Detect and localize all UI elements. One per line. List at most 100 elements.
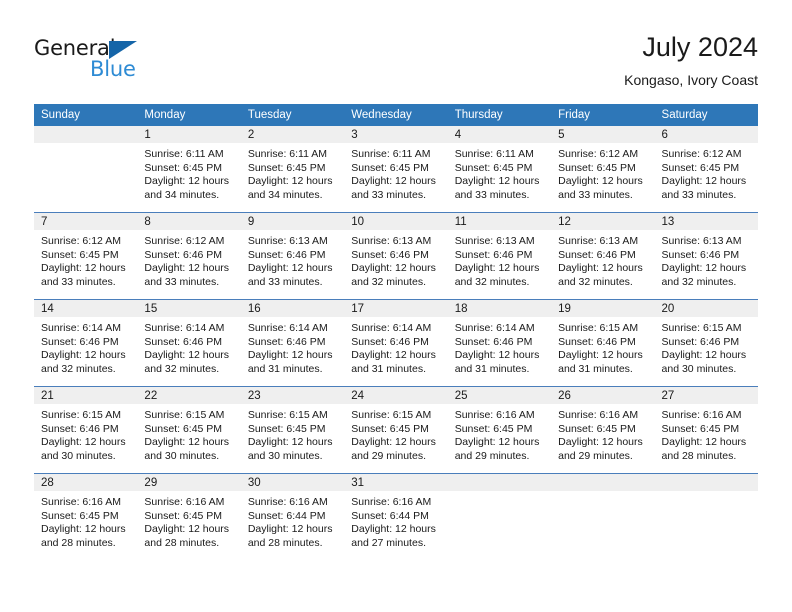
day-detail-line: Sunset: 6:45 PM — [144, 422, 223, 435]
day-number: 13 — [654, 213, 758, 230]
day-detail-line: Daylight: 12 hours — [558, 262, 643, 275]
calendar-day-cell[interactable]: 28 Sunrise: 6:16 AM Sunset: 6:45 PM Dayligh… — [34, 473, 138, 560]
day-detail-line: Sunset: 6:46 PM — [661, 248, 740, 261]
calendar-day-cell[interactable]: 6 Sunrise: 6:12 AM Sunset: 6:45 PM Daylight… — [654, 126, 758, 213]
day-detail-line: Sunset: 6:45 PM — [247, 161, 326, 174]
day-cell-inner: 15 Sunrise: 6:14 AM Sunset: 6:46 PM Dayligh… — [137, 300, 241, 386]
day-cell-details: Sunrise: 6:16 AM Sunset: 6:45 PM Daylight:… — [34, 491, 137, 550]
day-detail-line: Sunrise: 6:15 AM — [558, 322, 639, 334]
day-cell-details: Sunrise: 6:12 AM Sunset: 6:45 PM Daylight:… — [34, 230, 137, 289]
day-cell-inner: 22 Sunrise: 6:15 AM Sunset: 6:45 PM Dayligh… — [137, 387, 241, 473]
day-detail-line: Daylight: 12 hours — [144, 262, 230, 275]
day-detail-line: Sunset: 6:46 PM — [558, 335, 636, 348]
day-detail-line: Sunrise: 6:14 AM — [351, 322, 432, 334]
calendar-day-cell[interactable]: 22 Sunrise: 6:15 AM Sunset: 6:45 PM Dayligh… — [137, 386, 241, 474]
day-detail-line: Sunset: 6:45 PM — [247, 422, 326, 435]
day-detail-line: Sunset: 6:46 PM — [351, 248, 429, 261]
calendar-day-cell[interactable]: 26 Sunrise: 6:16 AM Sunset: 6:45 PM Dayligh… — [551, 386, 655, 474]
day-detail-line: and 32 minutes. — [558, 275, 633, 288]
day-number — [34, 126, 138, 143]
day-cell-details: Sunrise: 6:11 AM Sunset: 6:45 PM Daylight:… — [137, 143, 240, 202]
day-cell-details: Sunrise: 6:13 AM Sunset: 6:46 PM Daylight:… — [655, 230, 758, 289]
day-cell-details: Sunrise: 6:11 AM Sunset: 6:45 PM Daylight:… — [448, 143, 551, 202]
day-number: 27 — [654, 387, 758, 404]
day-detail-line: and 32 minutes. — [144, 362, 220, 375]
page-header: General Blue July 2024 Kongaso, Ivory Co… — [0, 0, 792, 100]
day-detail-line: Sunrise: 6:14 AM — [144, 322, 225, 334]
day-detail-line: Sunset: 6:45 PM — [454, 161, 533, 174]
day-detail-line: Sunrise: 6:16 AM — [41, 496, 121, 508]
day-detail-line: and 27 minutes. — [351, 536, 426, 549]
day-number: 4 — [447, 126, 552, 143]
day-detail-line: Sunset: 6:45 PM — [41, 248, 119, 261]
weekday-header: Sunday Monday Tuesday Wednesday Thursday Frid… — [34, 104, 758, 126]
day-cell-inner: 27 Sunrise: 6:16 AM Sunset: 6:45 PM Dayligh… — [654, 387, 758, 473]
day-detail-line: Daylight: 12 hours — [247, 349, 333, 362]
calendar-day-cell[interactable]: 10 Sunrise: 6:13 AM Sunset: 6:46 PM Dayligh… — [344, 212, 448, 300]
calendar-day-cell[interactable]: 29 Sunrise: 6:16 AM Sunset: 6:45 PM Dayligh… — [137, 473, 241, 560]
calendar-day-cell[interactable]: 11 Sunrise: 6:13 AM Sunset: 6:46 PM Dayligh… — [447, 212, 552, 300]
day-number — [447, 474, 552, 491]
day-detail-line: Sunset: 6:45 PM — [351, 161, 429, 174]
day-cell-details: Sunrise: 6:15 AM Sunset: 6:45 PM Daylight:… — [241, 404, 344, 463]
calendar-day-cell[interactable]: 7 Sunrise: 6:12 AM Sunset: 6:45 PM Daylight… — [34, 212, 138, 300]
day-detail-line: and 30 minutes. — [144, 449, 220, 462]
day-detail-line: Sunrise: 6:11 AM — [247, 148, 328, 160]
calendar-day-cell[interactable]: 20 Sunrise: 6:15 AM Sunset: 6:46 PM Dayligh… — [654, 299, 758, 387]
calendar-day-cell[interactable]: 27 Sunrise: 6:16 AM Sunset: 6:45 PM Dayligh… — [654, 386, 758, 474]
day-cell-inner: 24 Sunrise: 6:15 AM Sunset: 6:45 PM Dayligh… — [344, 387, 448, 473]
day-detail-line: Daylight: 12 hours — [144, 436, 230, 449]
day-cell-details: Sunrise: 6:15 AM Sunset: 6:46 PM Daylight:… — [551, 317, 654, 376]
calendar-day-cell[interactable]: 17 Sunrise: 6:14 AM Sunset: 6:46 PM Dayligh… — [344, 299, 448, 387]
title-block: July 2024 Kongaso, Ivory Coast — [624, 32, 758, 88]
calendar-day-cell[interactable]: 3 Sunrise: 6:11 AM Sunset: 6:45 PM Daylight… — [344, 126, 448, 213]
day-detail-line: Daylight: 12 hours — [661, 175, 747, 188]
day-number — [551, 474, 655, 491]
calendar-day-cell[interactable]: 25 Sunrise: 6:16 AM Sunset: 6:45 PM Dayligh… — [447, 386, 552, 474]
calendar-day-cell[interactable]: 21 Sunrise: 6:15 AM Sunset: 6:46 PM Dayligh… — [34, 386, 138, 474]
day-detail-line: Daylight: 12 hours — [661, 349, 747, 362]
day-detail-line: and 33 minutes. — [41, 275, 116, 288]
day-detail-line: Daylight: 12 hours — [661, 262, 747, 275]
calendar-day-cell[interactable]: 30 Sunrise: 6:16 AM Sunset: 6:44 PM Dayligh… — [240, 473, 345, 560]
calendar-day-cell[interactable]: 2 Sunrise: 6:11 AM Sunset: 6:45 PM Daylight… — [240, 126, 345, 213]
calendar-day-cell[interactable]: 15 Sunrise: 6:14 AM Sunset: 6:46 PM Dayligh… — [137, 299, 241, 387]
day-detail-line: Sunrise: 6:11 AM — [144, 148, 224, 160]
weekday-header-cell: Saturday — [654, 104, 758, 126]
calendar-day-cell[interactable]: 8 Sunrise: 6:12 AM Sunset: 6:46 PM Daylight… — [137, 212, 241, 300]
day-detail-line: Daylight: 12 hours — [247, 262, 333, 275]
day-number: 14 — [34, 300, 138, 317]
day-cell-details: Sunrise: 6:15 AM Sunset: 6:45 PM Daylight:… — [137, 404, 240, 463]
calendar-day-cell[interactable]: 12 Sunrise: 6:13 AM Sunset: 6:46 PM Dayligh… — [551, 212, 655, 300]
weekday-header-cell: Thursday — [447, 104, 552, 126]
calendar-day-cell[interactable]: 13 Sunrise: 6:13 AM Sunset: 6:46 PM Dayligh… — [654, 212, 758, 300]
logo-text-blue: Blue — [90, 57, 136, 81]
day-cell-inner — [551, 474, 655, 560]
day-detail-line: Sunrise: 6:13 AM — [351, 235, 432, 247]
calendar-day-cell[interactable]: 16 Sunrise: 6:14 AM Sunset: 6:46 PM Dayligh… — [240, 299, 345, 387]
calendar-day-cell[interactable]: 4 Sunrise: 6:11 AM Sunset: 6:45 PM Daylight… — [447, 126, 552, 213]
day-cell-inner: 31 Sunrise: 6:16 AM Sunset: 6:44 PM Dayligh… — [344, 474, 448, 560]
day-number: 24 — [344, 387, 448, 404]
calendar-day-cell[interactable]: 1 Sunrise: 6:11 AM Sunset: 6:45 PM Daylight… — [137, 126, 241, 213]
day-detail-line: Sunset: 6:46 PM — [41, 335, 119, 348]
day-cell-inner: 4 Sunrise: 6:11 AM Sunset: 6:45 PM Daylight… — [447, 126, 552, 212]
calendar-day-cell[interactable]: 9 Sunrise: 6:13 AM Sunset: 6:46 PM Daylight… — [240, 212, 345, 300]
general-blue-logo[interactable]: General Blue — [34, 38, 164, 86]
day-detail-line: Daylight: 12 hours — [41, 523, 126, 536]
calendar-day-cell[interactable]: 14 Sunrise: 6:14 AM Sunset: 6:46 PM Dayligh… — [34, 299, 138, 387]
day-cell-details: Sunrise: 6:16 AM Sunset: 6:44 PM Daylight:… — [241, 491, 344, 550]
day-detail-line: Sunrise: 6:16 AM — [558, 409, 639, 421]
day-detail-line: and 31 minutes. — [247, 362, 323, 375]
calendar-day-cell[interactable]: 31 Sunrise: 6:16 AM Sunset: 6:44 PM Dayligh… — [344, 473, 448, 560]
day-detail-line: and 33 minutes. — [247, 275, 323, 288]
calendar-day-cell[interactable]: 18 Sunrise: 6:14 AM Sunset: 6:46 PM Dayligh… — [447, 299, 552, 387]
calendar-day-cell[interactable]: 19 Sunrise: 6:15 AM Sunset: 6:46 PM Dayligh… — [551, 299, 655, 387]
day-detail-line: Daylight: 12 hours — [454, 349, 540, 362]
day-detail-line: Sunrise: 6:14 AM — [247, 322, 328, 334]
calendar-day-cell[interactable]: 24 Sunrise: 6:15 AM Sunset: 6:45 PM Dayligh… — [344, 386, 448, 474]
calendar-day-cell[interactable]: 23 Sunrise: 6:15 AM Sunset: 6:45 PM Dayligh… — [240, 386, 345, 474]
calendar-day-cell[interactable]: 5 Sunrise: 6:12 AM Sunset: 6:45 PM Daylight… — [551, 126, 655, 213]
calendar-week-row: 14 Sunrise: 6:14 AM Sunset: 6:46 PM Dayligh… — [34, 299, 758, 387]
day-cell-inner: 6 Sunrise: 6:12 AM Sunset: 6:45 PM Daylight… — [654, 126, 758, 212]
